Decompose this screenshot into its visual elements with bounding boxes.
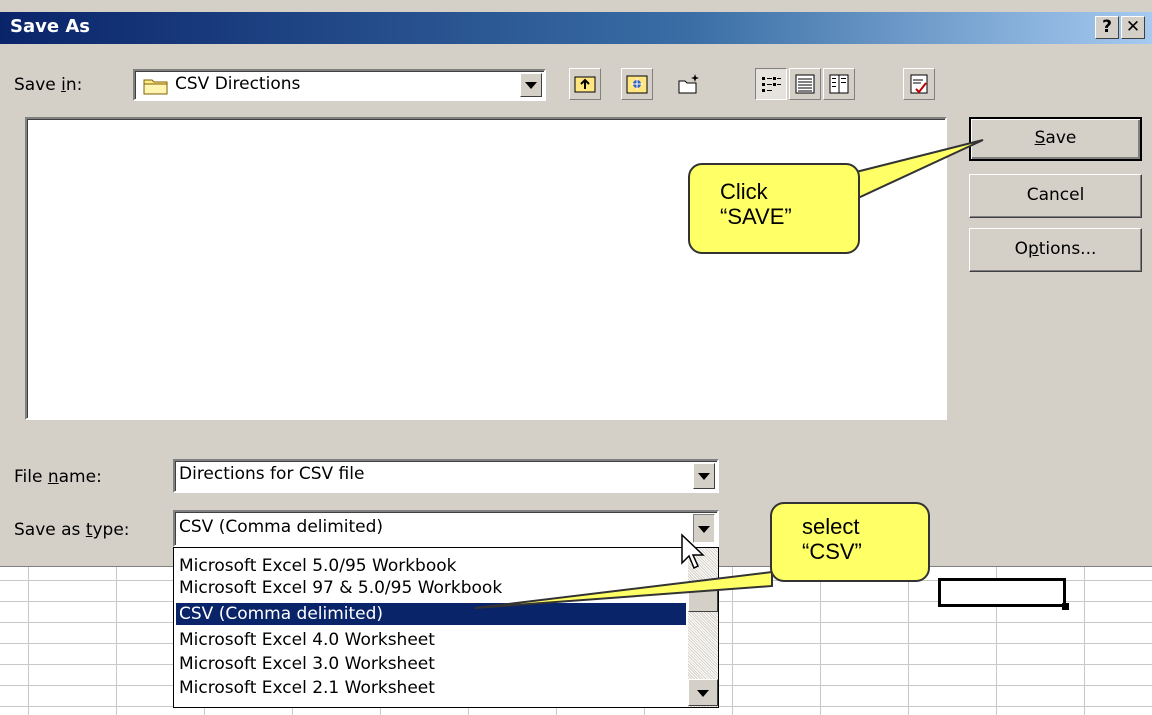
- callout-pointers: [474, 139, 984, 609]
- save-callout: Click “SAVE”: [688, 163, 860, 254]
- csv-callout: select “CSV”: [770, 502, 930, 582]
